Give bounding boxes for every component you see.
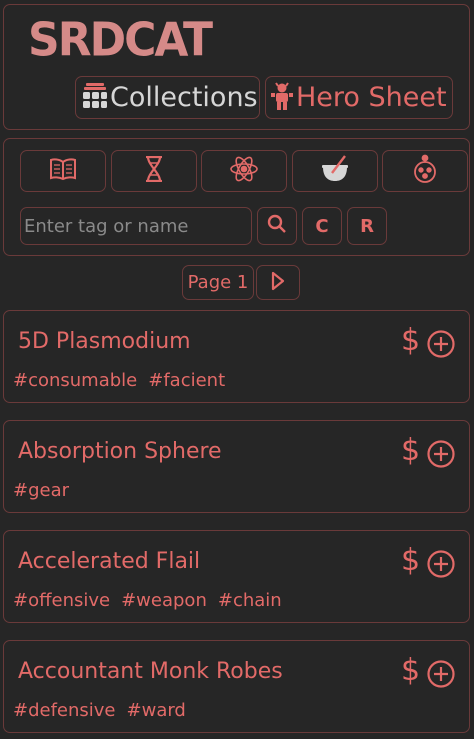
atom-icon	[229, 154, 259, 188]
item-tag[interactable]: #defensive	[13, 700, 116, 721]
play-triangle-icon	[271, 271, 285, 295]
random-button[interactable]: R	[347, 207, 387, 245]
add-item-icon[interactable]	[426, 329, 456, 363]
search-button[interactable]	[257, 207, 297, 245]
dna-icon	[144, 155, 164, 186]
item-card[interactable]: 5D Plasmodium $ #consumable #facient	[3, 310, 470, 403]
item-name[interactable]: 5D Plasmodium	[18, 329, 191, 354]
item-tag[interactable]: #consumable	[13, 370, 137, 391]
price-button[interactable]: $	[401, 656, 420, 686]
filter-panel: C R	[3, 138, 470, 256]
add-item-icon[interactable]	[426, 549, 456, 583]
hero-icon	[270, 81, 294, 115]
item-tag[interactable]: #facient	[148, 370, 225, 391]
clear-button[interactable]: C	[302, 207, 342, 245]
price-button[interactable]: $	[401, 436, 420, 466]
item-tags: #offensive #weapon #chain	[13, 590, 293, 611]
item-card[interactable]: Absorption Sphere $ #gear	[3, 420, 470, 513]
filter-jester-button[interactable]	[382, 150, 468, 192]
search-input[interactable]	[20, 207, 252, 245]
collections-label: Collections	[110, 82, 258, 113]
price-button[interactable]: $	[401, 546, 420, 576]
item-tag[interactable]: #offensive	[13, 590, 110, 611]
item-name[interactable]: Accountant Monk Robes	[18, 659, 283, 684]
item-card[interactable]: Accelerated Flail $ #offensive #weapon #ch…	[3, 530, 470, 623]
item-tag[interactable]: #chain	[218, 590, 282, 611]
item-tags: #consumable #facient	[13, 370, 236, 391]
collections-icon	[82, 82, 108, 114]
item-tags: #gear	[13, 480, 80, 501]
item-tag[interactable]: #ward	[127, 700, 186, 721]
hero-sheet-button[interactable]: Hero Sheet	[265, 76, 453, 119]
search-icon	[267, 214, 287, 239]
page-indicator: Page 1	[182, 265, 254, 300]
app-header: SRDCAT Collections Hero Sheet	[3, 4, 470, 130]
filter-atom-button[interactable]	[201, 150, 287, 192]
filter-book-button[interactable]	[20, 150, 106, 192]
filter-dna-button[interactable]	[111, 150, 197, 192]
item-name[interactable]: Accelerated Flail	[18, 549, 200, 574]
next-page-button[interactable]	[256, 265, 300, 300]
jester-face-icon	[411, 154, 439, 188]
item-tag[interactable]: #gear	[13, 480, 69, 501]
collections-button[interactable]: Collections	[75, 76, 260, 119]
filter-cauldron-button[interactable]	[292, 150, 378, 192]
add-item-icon[interactable]	[426, 439, 456, 473]
app-logo[interactable]: SRDCAT	[28, 17, 213, 64]
hero-sheet-label: Hero Sheet	[296, 82, 447, 113]
item-tags: #defensive #ward	[13, 700, 197, 721]
cauldron-icon	[320, 155, 350, 187]
item-tag[interactable]: #weapon	[121, 590, 207, 611]
price-button[interactable]: $	[401, 326, 420, 356]
book-icon	[49, 157, 77, 185]
item-card[interactable]: Accountant Monk Robes $ #defensive #ward	[3, 640, 470, 733]
item-name[interactable]: Absorption Sphere	[18, 439, 222, 464]
add-item-icon[interactable]	[426, 659, 456, 693]
